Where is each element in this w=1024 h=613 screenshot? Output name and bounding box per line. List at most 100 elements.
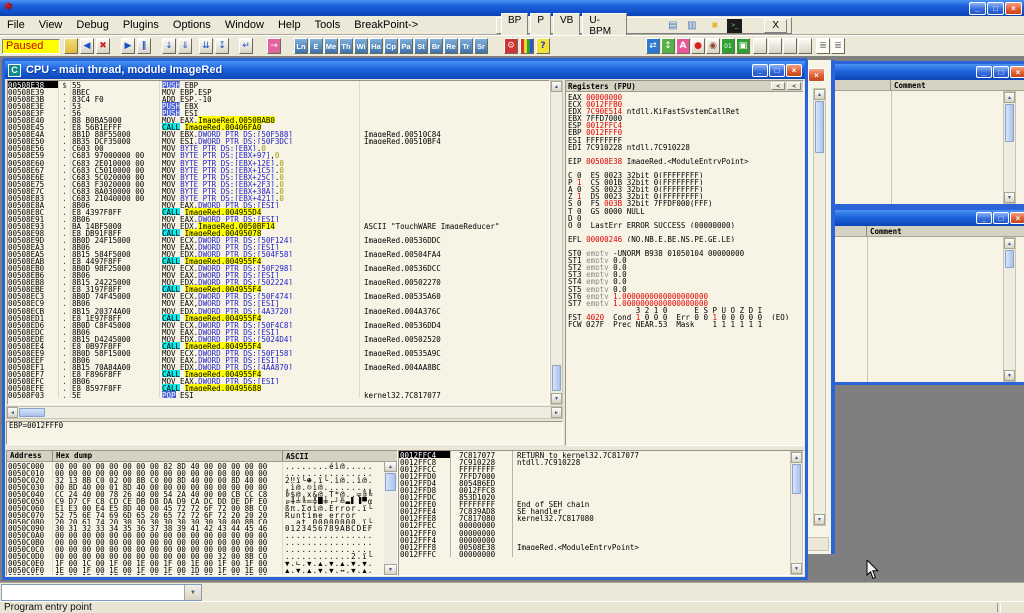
appearance-button[interactable] (520, 38, 534, 54)
notes-document-icon[interactable]: ▥ (684, 19, 699, 33)
dump-row[interactable]: 0050C040CC 24 40 00 78 26 40 00 54 2A 40… (7, 490, 397, 497)
disasm-row[interactable]: 00508EB0.8B0D 98F25000MOV ECX,DWORD PTR … (8, 264, 549, 271)
stack-row[interactable]: 0012FFFC00000000 (399, 550, 803, 557)
window-executables-button[interactable]: E (309, 38, 323, 54)
dump-row[interactable]: 0050C0A000 00 00 00 00 00 00 00 00 00 00… (7, 531, 397, 538)
scroll-down-icon[interactable]: ▼ (814, 514, 825, 525)
register-line[interactable]: EDX 7C90E514 ntdll.KiFastSystemCallRet (566, 107, 803, 114)
window-handles-button[interactable]: Ha (369, 38, 383, 54)
menu-window[interactable]: Window (218, 17, 271, 33)
menu-view[interactable]: View (32, 17, 70, 33)
animate-into-button[interactable]: ⇊ (199, 38, 213, 54)
restore-button[interactable]: □ (987, 2, 1004, 15)
register-line[interactable]: ESI FFFFFFFF (566, 136, 803, 143)
minimize-button[interactable]: _ (976, 212, 992, 224)
close-icon[interactable]: × (786, 64, 802, 77)
open-folder-icon[interactable]: ■ (707, 19, 722, 33)
toolbar-close-button[interactable]: X (764, 19, 787, 33)
disasm-row[interactable]: 00508EB6.8B06MOV EAX,DWORD PTR DS:[ESI] (8, 271, 549, 278)
disasm-row[interactable]: 00508E8A.8B06MOV EAX,DWORD PTR DS:[ESI] (8, 201, 549, 208)
disasm-row[interactable]: 00508E45.E8 56B1EFFFCALL ImageRed.00406F… (8, 123, 549, 130)
register-line[interactable]: FCW 027F Prec NEAR,53 Mask 1 1 1 1 1 1 (566, 320, 803, 327)
list-pages-button-2[interactable]: ≣ (831, 38, 845, 54)
dump-row[interactable]: 0050C050C9 D7 CF C8 CD CE DB D8 DA D9 CA… (7, 497, 397, 504)
dump-row[interactable]: 0050C03000 8D 40 00 01 8D 40 00 00 00 00… (7, 483, 397, 490)
scroll-down-icon[interactable]: ▼ (384, 564, 397, 575)
scrollbar[interactable]: ▲ ▼ (1003, 237, 1016, 382)
register-line[interactable]: 3 2 1 0 E S P U O Z D I (566, 306, 803, 313)
window-references-button[interactable]: Re (444, 38, 458, 54)
stack-pane[interactable]: 0012FFC47C817077RETURN to kernel32.7C817… (398, 450, 804, 576)
register-line[interactable]: Z 1 DS 0023 32bit 0(FFFFFFFF) (566, 192, 803, 199)
stack-row[interactable]: 0012FFF400000000 (399, 536, 803, 543)
stack-row[interactable]: 0012FFF000000000 (399, 529, 803, 536)
disasm-row[interactable]: 00508E93.BA 14BF5000MOV EDX,ImageRed.005… (8, 222, 549, 229)
register-line[interactable]: ST1 empty 0.0 (566, 256, 803, 263)
disasm-row[interactable]: 00508EAB.E8 4497F8FFCALL ImageRed.004955… (8, 257, 549, 264)
binary-bits-button[interactable]: 01 (721, 38, 735, 54)
stack-row[interactable]: 0012FFCCFFFFFFFF (399, 465, 803, 472)
window-threads-button[interactable]: Th (339, 38, 353, 54)
dump-row[interactable]: 0050C08020 20 61 74 20 30 30 30 30 30 30… (7, 518, 397, 525)
disasm-row[interactable]: 00508ECB.8B15 20374A00MOV EDX,DWORD PTR … (8, 307, 549, 314)
disasm-row[interactable]: 00508EEF.8B06MOV EAX,DWORD PTR DS:[ESI] (8, 356, 549, 363)
blank-button-4[interactable] (798, 38, 812, 54)
close-button[interactable]: × (1005, 2, 1022, 15)
disasm-row[interactable]: 00508E9D.8B0D 24F15000MOV ECX,DWORD PTR … (8, 236, 549, 243)
scroll-up-icon[interactable]: ▲ (814, 89, 825, 100)
disasm-row[interactable]: 00508EF1.8B15 70A84A00MOV EDX,DWORD PTR … (8, 363, 549, 370)
disasm-row[interactable]: 00508EF7.E8 F896F8FFCALL ImageRed.004955… (8, 370, 549, 377)
disasm-row[interactable]: 00508ED6.8B0D C8F45000MOV ECX,DWORD PTR … (8, 321, 549, 328)
register-line[interactable]: P 1 CS 001B 32bit 0(FFFFFFFF) (566, 178, 803, 185)
scroll-right-icon[interactable]: ► (551, 407, 562, 418)
stack-row[interactable]: 0012FFD48054B6ED (399, 479, 803, 486)
step-over-button[interactable]: ⇓ (178, 38, 192, 54)
scrollbar[interactable]: ▲ ▼ (1003, 91, 1016, 204)
scroll-left-icon[interactable]: ◄ (7, 407, 18, 418)
register-line[interactable]: ST4 empty 0.0 (566, 277, 803, 284)
stack-row[interactable]: 0012FFD80012FFC8 (399, 486, 803, 493)
disasm-row[interactable]: 00508E39.8BECMOV EBP,ESP (8, 88, 549, 95)
scroll-down-icon[interactable]: ▼ (791, 563, 802, 574)
cpu-titlebar[interactable]: C CPU - main thread, module ImageRed _ □… (5, 61, 805, 79)
window-breakpoints-button[interactable]: Br (429, 38, 443, 54)
dump-row[interactable]: 0050C0B000 00 00 00 00 00 00 00 00 00 00… (7, 538, 397, 545)
close-icon[interactable]: × (1010, 66, 1024, 78)
register-line[interactable]: ST6 empty 1.0000000000000000000 (566, 292, 803, 299)
disasm-row[interactable]: 00508EB8.8B15 24225000MOV EDX,DWORD PTR … (8, 278, 549, 285)
dump-row[interactable]: 0050C0E01F 00 1C 00 1F 00 1E 00 1F 00 1E… (7, 559, 397, 566)
info-pane[interactable]: EBP=0012FFF0 (6, 421, 563, 445)
disasm-row[interactable]: 00508E3E.53PUSH EBX (8, 102, 549, 109)
stack-row[interactable]: 0012FFDC853D1020 (399, 493, 803, 500)
window-source-button[interactable]: Sr (474, 38, 488, 54)
step-into-button[interactable]: ↓ (162, 38, 176, 54)
disasm-row[interactable]: 00508E56.C603 00MOV BYTE PTR DS:[EBX],0 (8, 144, 549, 151)
register-line[interactable]: EDI 7C910228 ntdll.7C910228 (566, 143, 803, 150)
console-icon[interactable]: >_ (727, 19, 742, 33)
background-window-2[interactable]: _ □ × Comment ▲ ▼ (831, 207, 1024, 385)
register-line[interactable]: EAX 00000000 (566, 93, 803, 100)
stack-row[interactable]: 0012FFF800508E38ImageRed.<ModuleEntryPoi… (399, 543, 803, 550)
command-input[interactable] (2, 585, 184, 600)
register-line[interactable]: EFL 00000246 (NO,NB,E,BE,NS,PE,GE,LE) (566, 235, 803, 242)
options-gear-button[interactable]: ⚙ (504, 38, 518, 54)
menu-tools[interactable]: Tools (308, 17, 348, 33)
stack-row[interactable]: 0012FFEC00000000 (399, 521, 803, 528)
dump-row[interactable]: 0050C0D000 00 00 00 00 00 00 00 00 00 00… (7, 552, 397, 559)
dump-pane[interactable]: Address Hex dump ASCII 0050C00000 00 00 … (6, 450, 398, 576)
assemble-button[interactable]: A (676, 38, 690, 54)
dump-row[interactable]: 0050C060E1 E3 00 E4 E5 8D 40 00 45 72 72… (7, 504, 397, 511)
scroll-up-icon[interactable]: ▲ (551, 81, 562, 92)
dump-row[interactable]: 0050C01000 00 00 00 00 00 00 00 00 00 00… (7, 469, 397, 476)
disassembly-hscrollbar[interactable]: ◄ ► (6, 406, 563, 419)
scroll-up-icon[interactable]: ▲ (791, 452, 802, 463)
scroll-down-icon[interactable]: ▼ (551, 393, 562, 404)
run-button[interactable]: ▶ (121, 38, 135, 54)
register-line[interactable]: C 0 ES 0023 32bit 0(FFFFFFFF) (566, 171, 803, 178)
execute-till-return-button[interactable]: ↵ (239, 38, 253, 54)
go-to-address-button[interactable]: → (267, 38, 281, 54)
register-line[interactable] (566, 164, 803, 171)
disasm-row[interactable]: 00508EA5.8B15 584F5000MOV EDX,DWORD PTR … (8, 250, 549, 257)
scroll-thumb[interactable] (792, 464, 801, 494)
command-combobox[interactable]: ▼ (1, 584, 202, 601)
